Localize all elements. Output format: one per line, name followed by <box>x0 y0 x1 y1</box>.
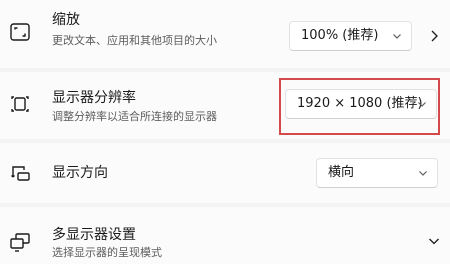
chevron-down-icon[interactable] <box>428 237 440 246</box>
scale-dropdown[interactable]: 100% (推荐) <box>289 21 412 51</box>
resolution-dropdown[interactable]: 1920 × 1080 (推荐) <box>285 89 437 119</box>
multiple-displays-title: 多显示器设置 <box>52 227 136 243</box>
settings-row-orientation: 显示方向 横向 <box>0 143 450 203</box>
multiple-displays-description: 选择显示器的呈现模式 <box>52 246 162 259</box>
chevron-down-icon <box>417 100 427 108</box>
scale-description: 更改文本、应用和其他项目的大小 <box>52 34 217 47</box>
chevron-right-icon[interactable] <box>429 29 439 43</box>
scale-icon <box>9 21 31 43</box>
scale-title: 缩放 <box>52 12 80 28</box>
orientation-dropdown[interactable]: 横向 <box>316 158 438 188</box>
resolution-dropdown-value: 1920 × 1080 (推荐) <box>297 96 423 111</box>
settings-row-scale: 缩放 更改文本、应用和其他项目的大小 100% (推荐) <box>0 0 450 68</box>
orientation-icon <box>9 162 31 184</box>
scale-dropdown-value: 100% (推荐) <box>301 28 379 43</box>
resolution-icon <box>9 93 31 115</box>
multiple-displays-icon <box>9 231 31 253</box>
settings-row-resolution: 显示器分辨率 调整分辨率以适合所连接的显示器 1920 × 1080 (推荐) <box>0 72 450 139</box>
resolution-title: 显示器分辨率 <box>52 90 136 106</box>
resolution-description: 调整分辨率以适合所连接的显示器 <box>52 110 217 123</box>
chevron-down-icon <box>392 32 402 40</box>
settings-row-multiple-displays[interactable]: 多显示器设置 选择显示器的呈现模式 <box>0 207 450 264</box>
orientation-dropdown-value: 横向 <box>328 165 355 180</box>
chevron-down-icon <box>418 169 428 177</box>
orientation-title: 显示方向 <box>52 165 108 181</box>
